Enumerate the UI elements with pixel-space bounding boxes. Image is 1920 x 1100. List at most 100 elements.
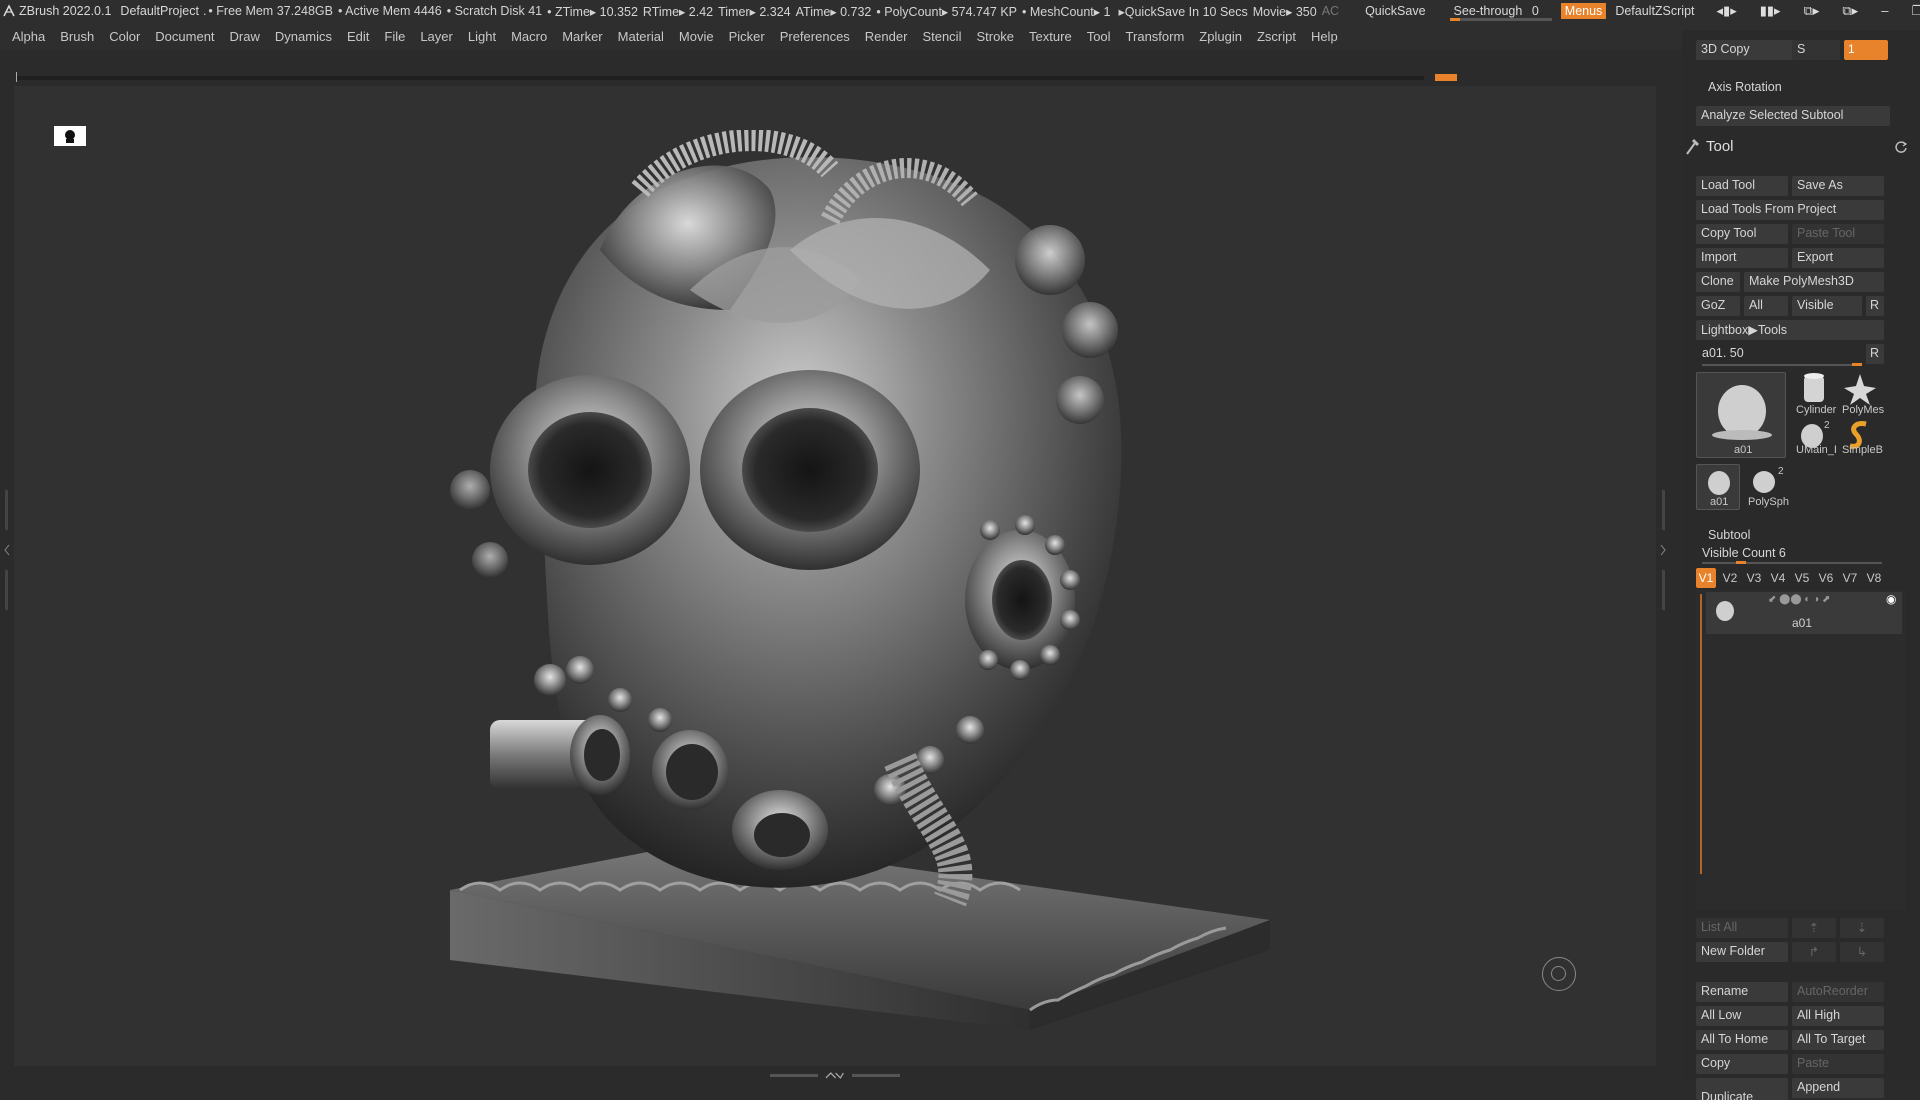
append-label: Append: [1797, 1080, 1841, 1094]
menu-macro[interactable]: Macro: [511, 29, 547, 44]
default-zscript[interactable]: DefaultZScript: [1615, 4, 1694, 18]
menu-layer[interactable]: Layer: [420, 29, 453, 44]
subtool-list[interactable]: ⬋ ⬤⬤ ◐ ◑ ⬈ ◉ a01: [1696, 590, 1906, 910]
move-up-button[interactable]: ⇡: [1792, 918, 1836, 938]
make-polymesh3d-button[interactable]: Make PolyMesh3D: [1744, 272, 1884, 292]
menu-alpha[interactable]: Alpha: [12, 29, 45, 44]
axis-rotation-label[interactable]: Axis Rotation: [1708, 80, 1782, 94]
clone-button[interactable]: Clone: [1696, 272, 1740, 292]
subtool-scroll-bar[interactable]: [1700, 594, 1702, 874]
layout-d-icon[interactable]: ⧉▸: [1842, 3, 1858, 19]
current-tool-slider-track[interactable]: [1702, 364, 1862, 366]
layout-c-icon[interactable]: ⧉▸: [1804, 3, 1820, 19]
menu-file[interactable]: File: [384, 29, 405, 44]
paste-button[interactable]: Paste: [1792, 1054, 1884, 1074]
folder-up-button[interactable]: ↱: [1792, 942, 1836, 962]
move-down-button[interactable]: ⇣: [1840, 918, 1884, 938]
goz-all-button[interactable]: All: [1744, 296, 1788, 316]
timeline-ruler[interactable]: [16, 72, 1457, 84]
goz-button[interactable]: GoZ: [1696, 296, 1740, 316]
new-folder-button[interactable]: New Folder: [1696, 942, 1788, 962]
tab-v6[interactable]: V6: [1816, 568, 1836, 588]
menu-zscript[interactable]: Zscript: [1257, 29, 1296, 44]
copy-tool-button[interactable]: Copy Tool: [1696, 224, 1788, 244]
rename-button[interactable]: Rename: [1696, 982, 1788, 1002]
append-button[interactable]: Append: [1792, 1078, 1884, 1098]
quicksave-button[interactable]: QuickSave: [1365, 4, 1425, 18]
menu-marker[interactable]: Marker: [562, 29, 602, 44]
restore-icon[interactable]: ❐: [1911, 3, 1920, 19]
goz-visible-button[interactable]: Visible: [1792, 296, 1862, 316]
right-tray-handle[interactable]: [1660, 490, 1666, 610]
lightbox-tools-button[interactable]: Lightbox▶Tools: [1696, 320, 1884, 340]
menu-help[interactable]: Help: [1311, 29, 1338, 44]
all-to-target-button[interactable]: All To Target: [1792, 1030, 1884, 1050]
all-low-button[interactable]: All Low: [1696, 1006, 1788, 1026]
duplicate-button[interactable]: Duplicate: [1696, 1078, 1788, 1100]
menu-draw[interactable]: Draw: [230, 29, 260, 44]
visible-count-slider-knob[interactable]: [1736, 561, 1746, 564]
layout-b-icon[interactable]: ▮▮▸: [1760, 3, 1781, 19]
menu-light[interactable]: Light: [468, 29, 496, 44]
menu-preferences[interactable]: Preferences: [780, 29, 850, 44]
copy-button[interactable]: Copy: [1696, 1054, 1788, 1074]
menu-tool[interactable]: Tool: [1087, 29, 1111, 44]
subtool-header[interactable]: Subtool: [1708, 528, 1750, 542]
export-button[interactable]: Export: [1792, 248, 1884, 268]
3d-copy-button[interactable]: 3D Copy: [1696, 40, 1796, 60]
list-all-button[interactable]: List All: [1696, 918, 1788, 938]
menu-stroke[interactable]: Stroke: [976, 29, 1014, 44]
tab-v4[interactable]: V4: [1768, 568, 1788, 588]
minimize-icon[interactable]: –: [1881, 3, 1888, 19]
see-through-slider[interactable]: See-through 0: [1449, 4, 1552, 21]
load-tools-from-project-button[interactable]: Load Tools From Project: [1696, 200, 1884, 220]
timeline-marker[interactable]: [1435, 74, 1457, 81]
menus-button[interactable]: Menus: [1560, 3, 1607, 19]
current-tool-slider-knob[interactable]: [1852, 363, 1862, 366]
bottom-tray-handle[interactable]: [770, 1070, 900, 1080]
menu-material[interactable]: Material: [618, 29, 664, 44]
menu-transform[interactable]: Transform: [1126, 29, 1185, 44]
subtool-item-a01[interactable]: ⬋ ⬤⬤ ◐ ◑ ⬈ ◉ a01: [1706, 592, 1902, 634]
menu-dynamics[interactable]: Dynamics: [275, 29, 332, 44]
tab-v5[interactable]: V5: [1792, 568, 1812, 588]
menu-movie[interactable]: Movie: [679, 29, 714, 44]
menu-stencil[interactable]: Stencil: [922, 29, 961, 44]
all-to-home-button[interactable]: All To Home: [1696, 1030, 1788, 1050]
all-high-button[interactable]: All High: [1792, 1006, 1884, 1026]
tab-v1[interactable]: V1: [1696, 568, 1716, 588]
navigation-gizmo-icon[interactable]: [1542, 957, 1576, 991]
menu-texture[interactable]: Texture: [1029, 29, 1072, 44]
eye-icon[interactable]: ◉: [1886, 592, 1896, 606]
paste-tool-button[interactable]: Paste Tool: [1792, 224, 1884, 244]
menu-color[interactable]: Color: [109, 29, 140, 44]
layout-a-icon[interactable]: ◂▮▸: [1717, 3, 1737, 19]
3d-sculpt-model[interactable]: [430, 130, 1270, 1030]
import-button[interactable]: Import: [1696, 248, 1788, 268]
menu-picker[interactable]: Picker: [729, 29, 765, 44]
menu-document[interactable]: Document: [155, 29, 214, 44]
menu-zplugin[interactable]: Zplugin: [1199, 29, 1242, 44]
folder-down-button[interactable]: ↳: [1840, 942, 1884, 962]
refresh-icon[interactable]: [1894, 140, 1908, 157]
tab-v3[interactable]: V3: [1744, 568, 1764, 588]
goz-r-button[interactable]: R: [1866, 296, 1884, 316]
load-tool-button[interactable]: Load Tool: [1696, 176, 1788, 196]
analyze-subtool-button[interactable]: Analyze Selected Subtool: [1696, 106, 1890, 126]
tool-section-header[interactable]: Tool: [1686, 138, 1908, 160]
save-as-button[interactable]: Save As: [1792, 176, 1884, 196]
menu-brush[interactable]: Brush: [60, 29, 94, 44]
left-tray-handle[interactable]: [4, 490, 10, 610]
menu-render[interactable]: Render: [865, 29, 908, 44]
tab-v2[interactable]: V2: [1720, 568, 1740, 588]
s-field[interactable]: S: [1792, 40, 1840, 60]
menu-edit[interactable]: Edit: [347, 29, 369, 44]
tab-v8[interactable]: V8: [1864, 568, 1884, 588]
tab-v7[interactable]: V7: [1840, 568, 1860, 588]
autoreorder-button[interactable]: AutoReorder: [1792, 982, 1884, 1002]
subtool-controls-icon[interactable]: ⬋ ⬤⬤ ◐ ◑ ⬈: [1768, 594, 1830, 605]
current-tool-r-button[interactable]: R: [1866, 344, 1884, 364]
visible-count-slider-track[interactable]: [1702, 562, 1882, 564]
view-mask-icon[interactable]: [54, 126, 86, 146]
orange-value-field[interactable]: 1: [1844, 40, 1888, 60]
